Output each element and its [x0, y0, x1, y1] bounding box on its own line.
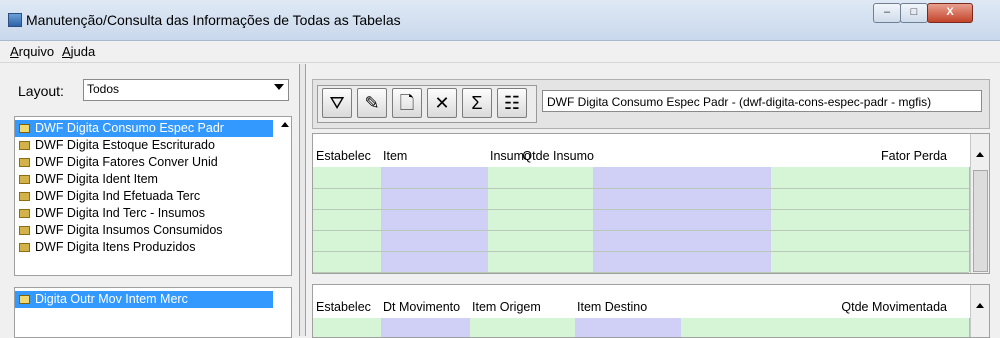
grid-column[interactable] — [313, 167, 382, 272]
table-list-item-label: DWF Digita Ident Item — [35, 172, 158, 186]
scroll-up-icon[interactable] — [976, 303, 984, 308]
table-list-item-label: DWF Digita Ind Efetuada Terc — [35, 189, 201, 203]
column-header[interactable]: Qtde Movimentada — [841, 300, 947, 314]
toolbar: ⛛ ✎ 🗋 ✕ Σ ☷ DWF Digita Consumo Espec Padr - (… — [312, 79, 990, 129]
row-divider — [313, 251, 969, 252]
row-divider — [313, 209, 969, 210]
grid-column[interactable] — [593, 167, 772, 272]
grid-column[interactable] — [681, 318, 970, 337]
row-divider — [313, 230, 969, 231]
column-header[interactable]: Estabelec — [316, 149, 371, 163]
grid-scrollbar[interactable] — [970, 134, 989, 273]
grid-header: Estabelec Item Insumo Qtde Insumo Fator Perd… — [313, 146, 969, 168]
properties-icon: ☷ — [503, 93, 521, 113]
layout-label: Layout: — [18, 83, 64, 99]
grid-column[interactable] — [470, 318, 576, 337]
table-list-item[interactable]: DWF Digita Ind Efetuada Terc — [15, 188, 273, 205]
table-list-item[interactable]: DWF Digita Insumos Consumidos — [15, 222, 273, 239]
excel-button[interactable]: ✕ — [427, 88, 457, 118]
table-list-item[interactable]: DWF Digita Consumo Espec Padr — [15, 120, 273, 137]
grid-column[interactable] — [381, 167, 489, 272]
layout-select-value: Todos — [87, 82, 120, 96]
close-button[interactable]: X — [927, 3, 973, 23]
title-bar: Manutenção/Consulta das Informações de T… — [0, 0, 1000, 41]
app-icon — [8, 13, 22, 27]
table-list-item-label: DWF Digita Fatores Conver Unid — [35, 155, 218, 169]
table-list-item-label: DWF Digita Consumo Espec Padr — [35, 121, 224, 135]
grid-column[interactable] — [575, 318, 682, 337]
table-list-item-label: DWF Digita Itens Produzidos — [35, 240, 196, 254]
chevron-down-icon — [274, 84, 284, 90]
edit-icon: ✎ — [364, 93, 380, 113]
folder-icon — [19, 295, 30, 305]
minimize-button[interactable]: – — [873, 3, 901, 23]
excel-icon: ✕ — [434, 93, 450, 113]
properties-button[interactable]: ☷ — [497, 88, 527, 118]
column-header[interactable]: Item Destino — [577, 300, 647, 314]
new-document-icon: 🗋 — [399, 93, 415, 113]
toolbar-button-group: ⛛ ✎ 🗋 ✕ Σ ☷ — [317, 85, 537, 123]
menu-ajuda[interactable]: Ajuda — [62, 44, 95, 59]
table-list-item-label: DWF Digita Ind Terc - Insumos — [35, 206, 205, 220]
grid-column[interactable] — [488, 167, 594, 272]
filter-icon: ⛛ — [329, 93, 345, 113]
table-list-item-label: DWF Digita Insumos Consumidos — [35, 223, 223, 237]
grid-column[interactable] — [313, 318, 382, 337]
scroll-up-icon[interactable] — [281, 122, 289, 127]
scroll-up-icon[interactable] — [976, 152, 984, 157]
row-divider — [313, 188, 969, 189]
table-list-item[interactable]: DWF Digita Ident Item — [15, 171, 273, 188]
child-table-list[interactable]: Digita Outr Mov Intem Merc — [14, 287, 292, 338]
folder-icon — [19, 226, 30, 236]
grid-column[interactable] — [381, 318, 471, 337]
table-list-item[interactable]: DWF Digita Fatores Conver Unid — [15, 154, 273, 171]
sum-button[interactable]: Σ — [462, 88, 492, 118]
layout-select[interactable]: Todos — [83, 79, 289, 101]
menu-bar: Arquivo Ajuda — [0, 41, 1000, 63]
column-header[interactable]: Item Origem — [472, 300, 541, 314]
column-header[interactable]: Fator Perda — [881, 149, 947, 163]
detail-grid[interactable]: Estabelec Dt Movimento Item Origem Item Des… — [312, 284, 990, 338]
window-title: Manutenção/Consulta das Informações de T… — [26, 12, 401, 28]
table-title-field: DWF Digita Consumo Espec Padr - (dwf-dig… — [542, 90, 982, 112]
scroll-thumb[interactable] — [973, 170, 988, 272]
grid-header: Estabelec Dt Movimento Item Origem Item Des… — [313, 297, 969, 319]
grid-column[interactable] — [771, 167, 970, 272]
table-list-item-label: DWF Digita Estoque Escriturado — [35, 138, 215, 152]
main-grid[interactable]: Estabelec Item Insumo Qtde Insumo Fator Perd… — [312, 133, 990, 274]
column-header[interactable]: Item — [383, 149, 407, 163]
table-list-item[interactable]: DWF Digita Itens Produzidos — [15, 239, 273, 256]
edit-button[interactable]: ✎ — [357, 88, 387, 118]
new-document-button[interactable]: 🗋 — [392, 88, 422, 118]
folder-icon — [19, 124, 30, 134]
folder-icon — [19, 141, 30, 151]
column-header[interactable]: Estabelec — [316, 300, 371, 314]
filter-button[interactable]: ⛛ — [322, 88, 352, 118]
maximize-button[interactable]: □ — [900, 3, 928, 23]
folder-icon — [19, 192, 30, 202]
folder-icon — [19, 175, 30, 185]
child-table-list-item-label: Digita Outr Mov Intem Merc — [35, 292, 188, 306]
detail-grid-scrollbar[interactable] — [970, 285, 989, 337]
sum-icon: Σ — [471, 93, 483, 113]
column-header[interactable]: Dt Movimento — [383, 300, 460, 314]
table-list-item[interactable]: DWF Digita Estoque Escriturado — [15, 137, 273, 154]
table-list[interactable]: DWF Digita Consumo Espec Padr DWF Digita … — [14, 116, 292, 276]
folder-icon — [19, 209, 30, 219]
menu-arquivo[interactable]: Arquivo — [10, 44, 54, 59]
folder-icon — [19, 158, 30, 168]
child-table-list-item[interactable]: Digita Outr Mov Intem Merc — [15, 291, 273, 308]
row-divider — [313, 272, 969, 273]
table-list-item[interactable]: DWF Digita Ind Terc - Insumos — [15, 205, 273, 222]
panel-splitter[interactable] — [299, 64, 306, 336]
column-header[interactable]: Qtde Insumo — [522, 149, 594, 163]
folder-icon — [19, 243, 30, 253]
